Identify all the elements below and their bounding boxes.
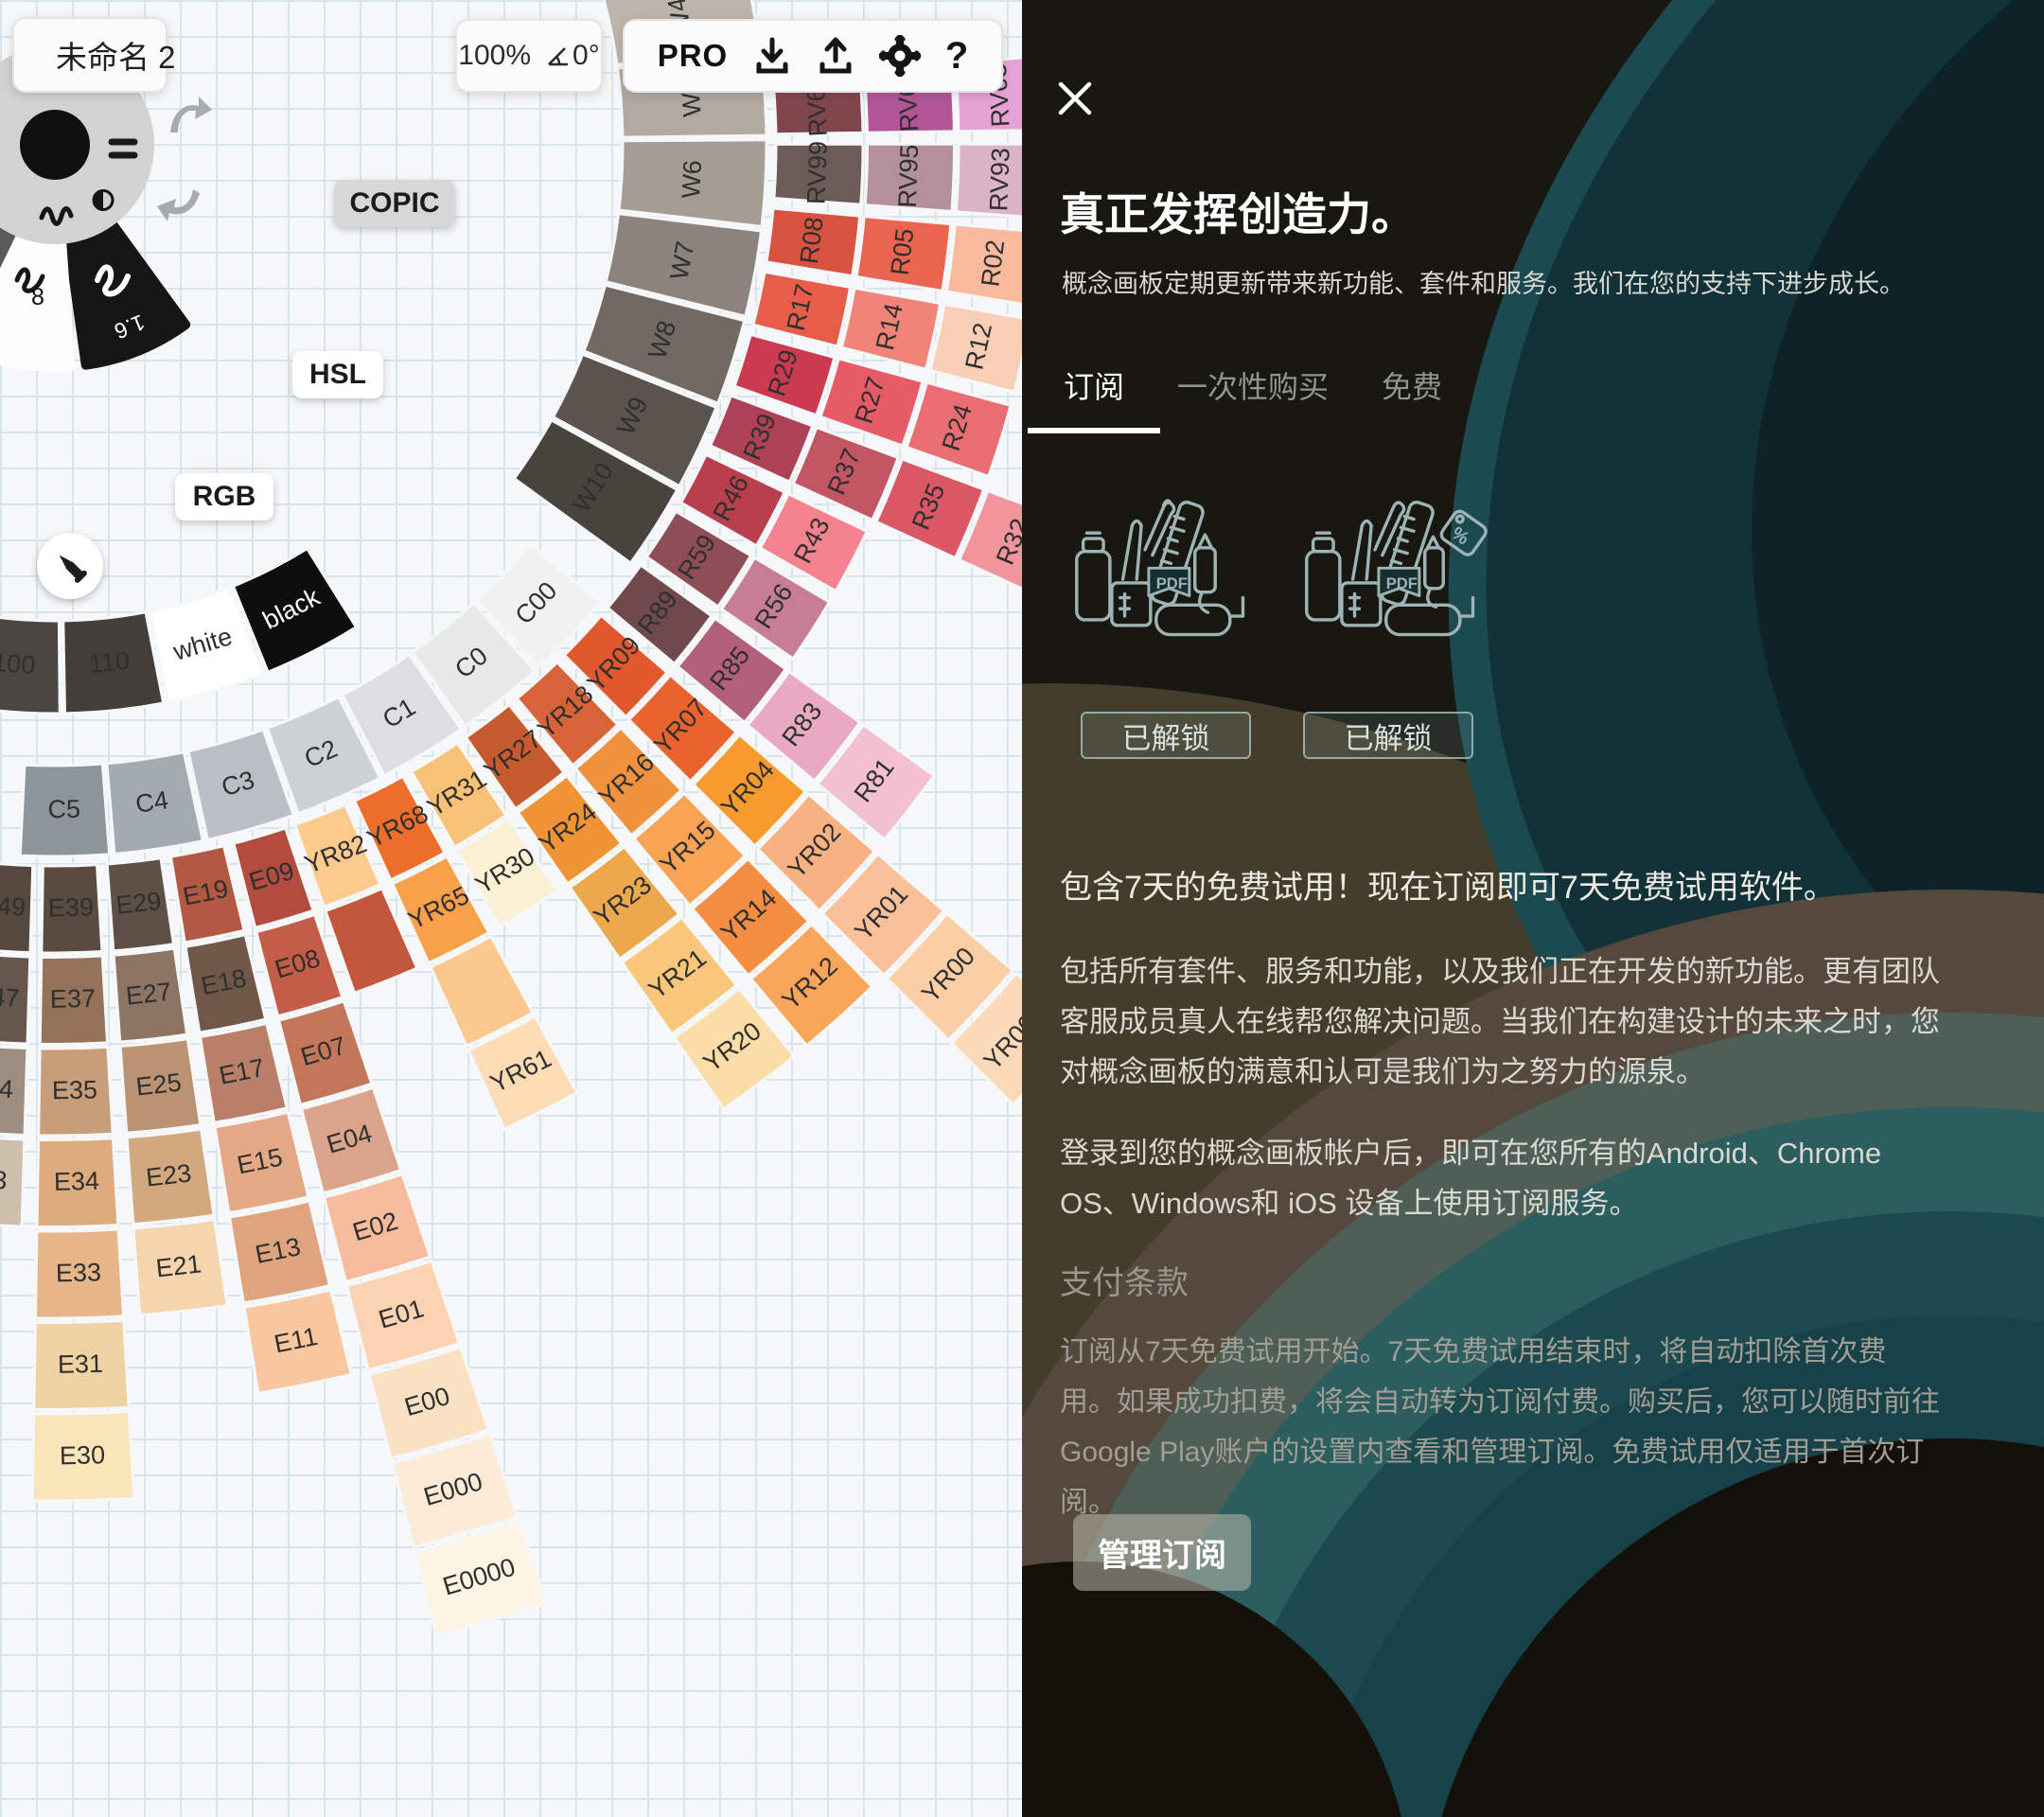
art-supplies-sale-illustration: % PDF xyxy=(1297,492,1491,667)
copic-swatch-label: E47 xyxy=(0,981,21,1013)
art-supplies-illustration: PDF xyxy=(1067,492,1261,667)
copic-swatch-label: E33 xyxy=(56,1258,102,1287)
copic-swatch-label: E35 xyxy=(52,1075,98,1104)
copic-swatch-label: E49 xyxy=(0,891,26,922)
paywall-title: 真正发挥创造力。 xyxy=(1060,178,1416,243)
pro-badge[interactable]: PRO xyxy=(658,38,729,74)
tab-free[interactable]: 免费 xyxy=(1382,363,1442,433)
sale-tag-icon: % xyxy=(1439,509,1489,557)
copic-swatch-label: C5 xyxy=(47,795,80,823)
copic-swatch-label: E39 xyxy=(48,892,95,922)
redo-icon[interactable] xyxy=(170,97,212,132)
zoom-level[interactable]: 100% xyxy=(458,40,531,72)
svg-text:PDF: PDF xyxy=(1156,574,1188,592)
subscription-description: 包括所有套件、服务和功能，以及我们正在开发的新功能。更有团队客服成员真人在线帮您… xyxy=(1060,946,1940,1097)
copic-swatch-label: E30 xyxy=(60,1440,106,1470)
copic-swatch-label: E37 xyxy=(50,984,97,1014)
copic-swatch-label: RV95 xyxy=(893,144,924,208)
copic-swatch-label: E34 xyxy=(54,1167,100,1196)
copic-swatch-label: E25 xyxy=(134,1068,183,1102)
app-window: blackwhite110100W4W5W6W7W8W9W10C00C0C1C2… xyxy=(0,0,2044,1817)
color-mode-hsl[interactable]: HSL xyxy=(292,351,383,398)
eyedropper-icon xyxy=(49,545,91,587)
paywall-subtitle: 概念画板定期更新带来新功能、套件和服务。我们在您的支持下进步成长。 xyxy=(1062,263,1970,300)
current-color-swatch[interactable] xyxy=(20,110,90,180)
svg-text:PDF: PDF xyxy=(1386,574,1418,592)
paywall-tabs: 订阅 一次性购买 免费 xyxy=(1064,363,1442,433)
copic-swatch-label: E44 xyxy=(0,1072,14,1103)
zoom-card: 100% 0° xyxy=(455,19,603,93)
paywall-panel: 真正发挥创造力。 概念画板定期更新带来新功能、套件和服务。我们在您的支持下进步成… xyxy=(1022,0,2044,1817)
copic-swatch-label: C4 xyxy=(133,785,170,819)
import-download-icon[interactable] xyxy=(752,36,792,76)
copic-swatch-label: E29 xyxy=(115,887,163,920)
tool-wheel[interactable]: 1.68 xyxy=(0,45,212,367)
close-icon[interactable] xyxy=(1056,79,1094,117)
unlock-buttons: 已解锁 已解锁 xyxy=(1081,712,1473,759)
copic-swatch-label: E23 xyxy=(145,1158,193,1191)
copic-swatch-label: E27 xyxy=(125,978,173,1011)
active-brush-wedge[interactable] xyxy=(68,221,185,365)
help-button[interactable]: ? xyxy=(945,35,968,78)
color-mode-copic[interactable]: COPIC xyxy=(334,180,455,227)
payment-terms-text: 订阅从7天免费试用开始。7天免费试用结束时，将自动扣除首次费用。如果成功扣费，将… xyxy=(1060,1327,1940,1527)
angle-icon xyxy=(546,44,571,68)
tab-subscribe[interactable]: 订阅 xyxy=(1028,363,1160,433)
copic-swatch-label: 100 xyxy=(0,648,36,679)
actions-card: PRO xyxy=(623,19,1003,93)
settings-gear-icon[interactable] xyxy=(879,35,921,77)
copic-swatch-label: RV99 xyxy=(802,140,832,204)
copic-swatch-label: 110 xyxy=(88,646,132,679)
tab-one-time-purchase[interactable]: 一次性购买 xyxy=(1177,363,1329,433)
unlocked-button-pdf[interactable]: 已解锁 xyxy=(1303,712,1473,759)
copic-swatch-label: E21 xyxy=(154,1249,203,1282)
copic-swatch-label: R05 xyxy=(886,227,920,277)
document-title[interactable]: 未命名 2 xyxy=(56,32,176,78)
copic-swatch-label: W6 xyxy=(677,159,707,199)
rotation-angle[interactable]: 0° xyxy=(546,40,600,72)
color-mode-rgb[interactable]: RGB xyxy=(175,473,273,520)
undo-icon[interactable] xyxy=(157,189,200,221)
manage-subscription-button[interactable]: 管理订阅 xyxy=(1073,1514,1251,1591)
copic-swatch-label: E31 xyxy=(58,1350,104,1379)
copic-swatch-label: R08 xyxy=(795,216,829,266)
devices-note: 登录到您的概念画板帐户后，即可在您所有的Android、Chrome OS、Wi… xyxy=(1060,1128,1940,1228)
copic-swatch-label: R02 xyxy=(976,238,1010,289)
unlocked-button-plus[interactable]: 已解锁 xyxy=(1081,712,1251,759)
eyedropper-button[interactable] xyxy=(37,533,103,599)
payment-terms-heading: 支付条款 xyxy=(1060,1257,1189,1303)
alt-brush-size-label: 8 xyxy=(31,284,44,310)
trial-intro-text: 包含7天的免费试用！现在订阅即可7天免费试用软件。 xyxy=(1060,863,1940,913)
drawing-canvas[interactable]: blackwhite110100W4W5W6W7W8W9W10C00C0C1C2… xyxy=(0,0,1022,1817)
document-card: 未命名 2 xyxy=(12,17,167,93)
copic-color-wheel[interactable]: blackwhite110100W4W5W6W7W8W9W10C00C0C1C2… xyxy=(0,0,1022,1817)
copic-swatch-label: RV93 xyxy=(984,148,1014,212)
export-upload-icon[interactable] xyxy=(816,36,855,76)
pack-illustrations: PDF xyxy=(1067,492,1491,667)
